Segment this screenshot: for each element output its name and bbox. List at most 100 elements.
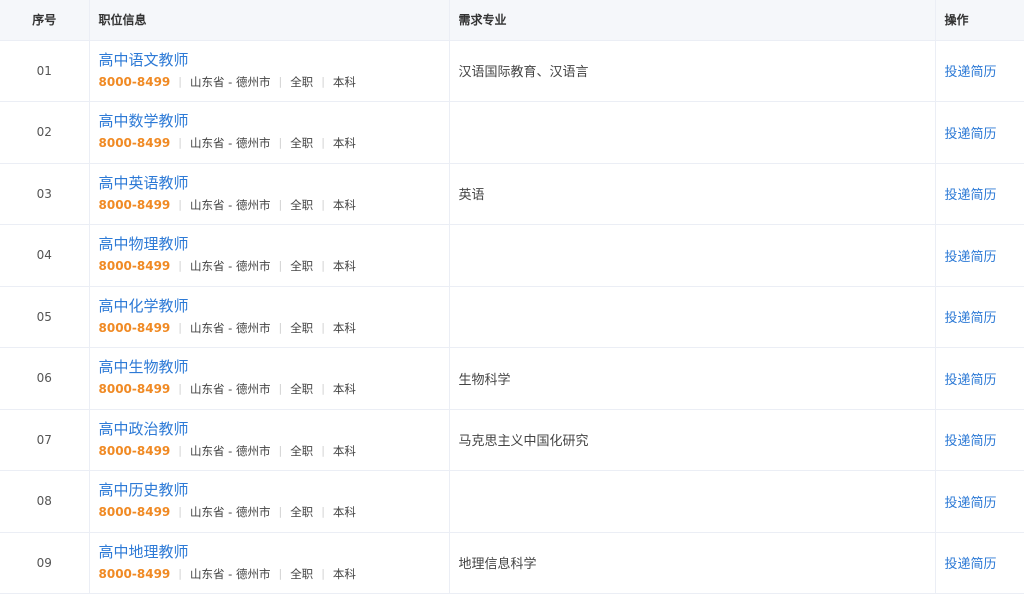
divider: | — [321, 443, 325, 457]
job-type-text: 全职 — [290, 382, 314, 397]
position-cell: 高中化学教师 8000-8499 | 山东省 - 德州市 | 全职 | 本科 — [89, 286, 450, 348]
divider: | — [321, 74, 325, 88]
major-cell: 汉语国际教育、汉语言 — [449, 40, 936, 102]
job-title-link[interactable]: 高中英语教师 — [99, 173, 449, 193]
action-cell: 投递简历 — [935, 532, 1024, 594]
divider: | — [178, 382, 182, 396]
table-row: 07 高中政治教师 8000-8499 | 山东省 - 德州市 | 全职 | 本… — [0, 409, 1024, 471]
divider: | — [278, 505, 283, 519]
row-index: 02 — [0, 101, 90, 164]
major-text: 英语 — [458, 188, 485, 204]
position-cell: 高中历史教师 8000-8499 | 山东省 - 德州市 | 全职 | 本科 — [89, 470, 450, 533]
table-row: 02 高中数学教师 8000-8499 | 山东省 - 德州市 | 全职 | 本… — [0, 101, 1024, 164]
divider: | — [278, 566, 283, 580]
apply-button[interactable]: 投递简历 — [945, 434, 997, 449]
divider: | — [321, 382, 325, 396]
table-row: 09 高中地理教师 8000-8499 | 山东省 - 德州市 | 全职 | 本… — [0, 532, 1024, 594]
salary-text: 8000-8499 — [98, 505, 171, 520]
major-cell — [449, 101, 936, 164]
position-cell: 高中英语教师 8000-8499 | 山东省 - 德州市 | 全职 | 本科 — [89, 163, 450, 225]
action-cell: 投递简历 — [935, 409, 1024, 471]
job-title-link[interactable]: 高中物理教师 — [99, 234, 449, 254]
divider: | — [278, 382, 283, 396]
salary-text: 8000-8499 — [98, 566, 171, 581]
apply-button[interactable]: 投递简历 — [945, 127, 997, 142]
action-cell: 投递简历 — [935, 470, 1024, 533]
divider: | — [321, 197, 325, 211]
apply-button[interactable]: 投递简历 — [945, 496, 997, 511]
education-text: 本科 — [332, 320, 356, 335]
salary-text: 8000-8499 — [98, 382, 171, 397]
major-cell: 地理信息科学 — [449, 532, 936, 594]
job-type-text: 全职 — [290, 74, 314, 89]
salary-text: 8000-8499 — [98, 136, 171, 151]
job-meta: 8000-8499 | 山东省 - 德州市 | 全职 | 本科 — [99, 566, 449, 582]
job-title-link[interactable]: 高中生物教师 — [99, 357, 449, 377]
job-title-link[interactable]: 高中语文教师 — [99, 50, 449, 70]
row-index: 01 — [0, 40, 90, 102]
divider: | — [178, 259, 182, 273]
location-text: 山东省 - 德州市 — [190, 566, 271, 581]
divider: | — [321, 505, 325, 519]
apply-button[interactable]: 投递简历 — [945, 557, 997, 572]
education-text: 本科 — [332, 197, 356, 212]
divider: | — [178, 320, 182, 334]
job-meta: 8000-8499 | 山东省 - 德州市 | 全职 | 本科 — [99, 504, 449, 520]
location-text: 山东省 - 德州市 — [190, 443, 271, 458]
job-title-link[interactable]: 高中地理教师 — [99, 542, 449, 562]
header-action: 操作 — [935, 0, 1024, 41]
position-cell: 高中政治教师 8000-8499 | 山东省 - 德州市 | 全职 | 本科 — [89, 409, 450, 471]
divider: | — [278, 320, 283, 334]
action-cell: 投递简历 — [935, 101, 1024, 164]
header-index: 序号 — [0, 0, 90, 41]
table-row: 01 高中语文教师 8000-8499 | 山东省 - 德州市 | 全职 | 本… — [0, 40, 1024, 102]
table-header-row: 序号 职位信息 需求专业 操作 — [0, 0, 1024, 41]
apply-button[interactable]: 投递简历 — [945, 65, 997, 80]
job-meta: 8000-8499 | 山东省 - 德州市 | 全职 | 本科 — [99, 381, 449, 397]
job-title-link[interactable]: 高中化学教师 — [99, 296, 449, 316]
education-text: 本科 — [332, 259, 356, 274]
divider: | — [278, 74, 283, 88]
job-type-text: 全职 — [290, 320, 314, 335]
job-meta: 8000-8499 | 山东省 - 德州市 | 全职 | 本科 — [99, 197, 449, 213]
apply-button[interactable]: 投递简历 — [945, 250, 997, 265]
job-title-link[interactable]: 高中历史教师 — [99, 480, 449, 500]
major-text: 汉语国际教育、汉语言 — [458, 65, 589, 81]
education-text: 本科 — [332, 443, 356, 458]
row-index: 07 — [0, 409, 90, 471]
job-type-text: 全职 — [290, 443, 314, 458]
header-position: 职位信息 — [89, 0, 450, 41]
location-text: 山东省 - 德州市 — [190, 505, 271, 520]
divider: | — [278, 259, 283, 273]
row-index: 09 — [0, 532, 90, 594]
major-cell — [449, 224, 936, 287]
major-cell — [449, 286, 936, 348]
major-cell — [449, 470, 936, 533]
action-cell: 投递简历 — [935, 347, 1024, 410]
position-cell: 高中物理教师 8000-8499 | 山东省 - 德州市 | 全职 | 本科 — [89, 224, 450, 287]
major-cell: 英语 — [449, 163, 936, 225]
apply-button[interactable]: 投递简历 — [945, 311, 997, 326]
apply-button[interactable]: 投递简历 — [945, 373, 997, 388]
row-index: 05 — [0, 286, 90, 348]
salary-text: 8000-8499 — [98, 443, 171, 458]
divider: | — [178, 136, 182, 150]
salary-text: 8000-8499 — [98, 259, 171, 274]
job-title-link[interactable]: 高中数学教师 — [99, 111, 449, 131]
divider: | — [178, 505, 182, 519]
salary-text: 8000-8499 — [98, 74, 171, 89]
job-meta: 8000-8499 | 山东省 - 德州市 | 全职 | 本科 — [99, 74, 449, 90]
job-type-text: 全职 — [290, 259, 314, 274]
apply-button[interactable]: 投递简历 — [945, 188, 997, 203]
location-text: 山东省 - 德州市 — [190, 74, 271, 89]
job-table: 序号 职位信息 需求专业 操作 01 高中语文教师 8000-8499 | 山东… — [0, 0, 1024, 594]
salary-text: 8000-8499 — [98, 197, 171, 212]
job-title-link[interactable]: 高中政治教师 — [99, 419, 449, 439]
job-type-text: 全职 — [290, 136, 314, 151]
location-text: 山东省 - 德州市 — [190, 320, 271, 335]
education-text: 本科 — [332, 566, 356, 581]
divider: | — [178, 443, 182, 457]
row-index: 04 — [0, 224, 90, 287]
education-text: 本科 — [332, 382, 356, 397]
education-text: 本科 — [332, 74, 356, 89]
